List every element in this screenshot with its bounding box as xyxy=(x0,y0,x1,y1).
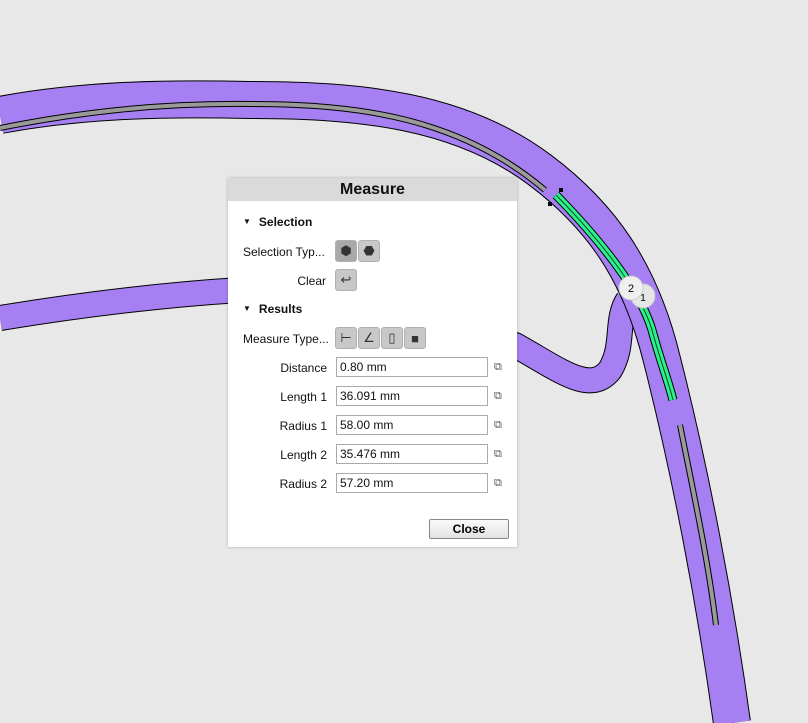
measure-volume-button[interactable]: ■ xyxy=(404,327,426,349)
result-label: Length 2 xyxy=(280,448,327,462)
measure-area-button[interactable]: ▯ xyxy=(381,327,403,349)
select-face-button[interactable]: ⬣ xyxy=(358,240,380,262)
close-button[interactable]: Close xyxy=(429,519,509,539)
copy-icon[interactable]: ⧉ xyxy=(494,477,506,490)
measure-distance-button[interactable]: ⊢ xyxy=(335,327,357,349)
measure-angle-button[interactable]: ∠ xyxy=(358,327,380,349)
result-label: Radius 1 xyxy=(279,419,327,433)
cube-cursor-icon: ⬢ xyxy=(340,243,352,258)
svg-text:2: 2 xyxy=(628,283,634,295)
ruler-icon: ⊢ xyxy=(340,330,352,345)
measure-dialog: Measure ▼ Selection Selection Typ... ⬢ ⬣ … xyxy=(228,178,517,547)
collapse-triangle-icon: ▼ xyxy=(243,217,251,226)
copy-icon[interactable]: ⧉ xyxy=(494,419,506,432)
copy-icon[interactable]: ⧉ xyxy=(494,361,506,374)
selection-section-header[interactable]: ▼ Selection xyxy=(243,215,312,229)
results-section-header[interactable]: ▼ Results xyxy=(243,302,302,316)
measure-type-label: Measure Type... xyxy=(243,332,329,346)
radius-1-field[interactable]: 58.00 mm xyxy=(336,415,488,435)
result-label: Distance xyxy=(280,361,327,375)
dialog-title[interactable]: Measure xyxy=(228,178,517,201)
selection-type-label: Selection Typ... xyxy=(243,245,325,259)
length-2-field[interactable]: 35.476 mm xyxy=(336,444,488,464)
copy-icon[interactable]: ⧉ xyxy=(494,448,506,461)
select-body-button[interactable]: ⬢ xyxy=(335,240,357,262)
undo-arrow-icon: ↩ xyxy=(340,272,352,287)
face-cursor-icon: ⬣ xyxy=(363,243,375,258)
area-icon: ▯ xyxy=(388,330,396,345)
result-label: Radius 2 xyxy=(279,477,327,491)
radius-2-field[interactable]: 57.20 mm xyxy=(336,473,488,493)
clear-label: Clear xyxy=(297,274,326,288)
marker-2[interactable]: 2 xyxy=(618,275,644,301)
collapse-triangle-icon: ▼ xyxy=(243,304,251,313)
angle-icon: ∠ xyxy=(363,330,375,345)
distance-field[interactable]: 0.80 mm xyxy=(336,357,488,377)
result-label: Length 1 xyxy=(280,390,327,404)
copy-icon[interactable]: ⧉ xyxy=(494,390,506,403)
volume-icon: ■ xyxy=(411,330,419,346)
clear-button[interactable]: ↩ xyxy=(335,269,357,291)
length-1-field[interactable]: 36.091 mm xyxy=(336,386,488,406)
